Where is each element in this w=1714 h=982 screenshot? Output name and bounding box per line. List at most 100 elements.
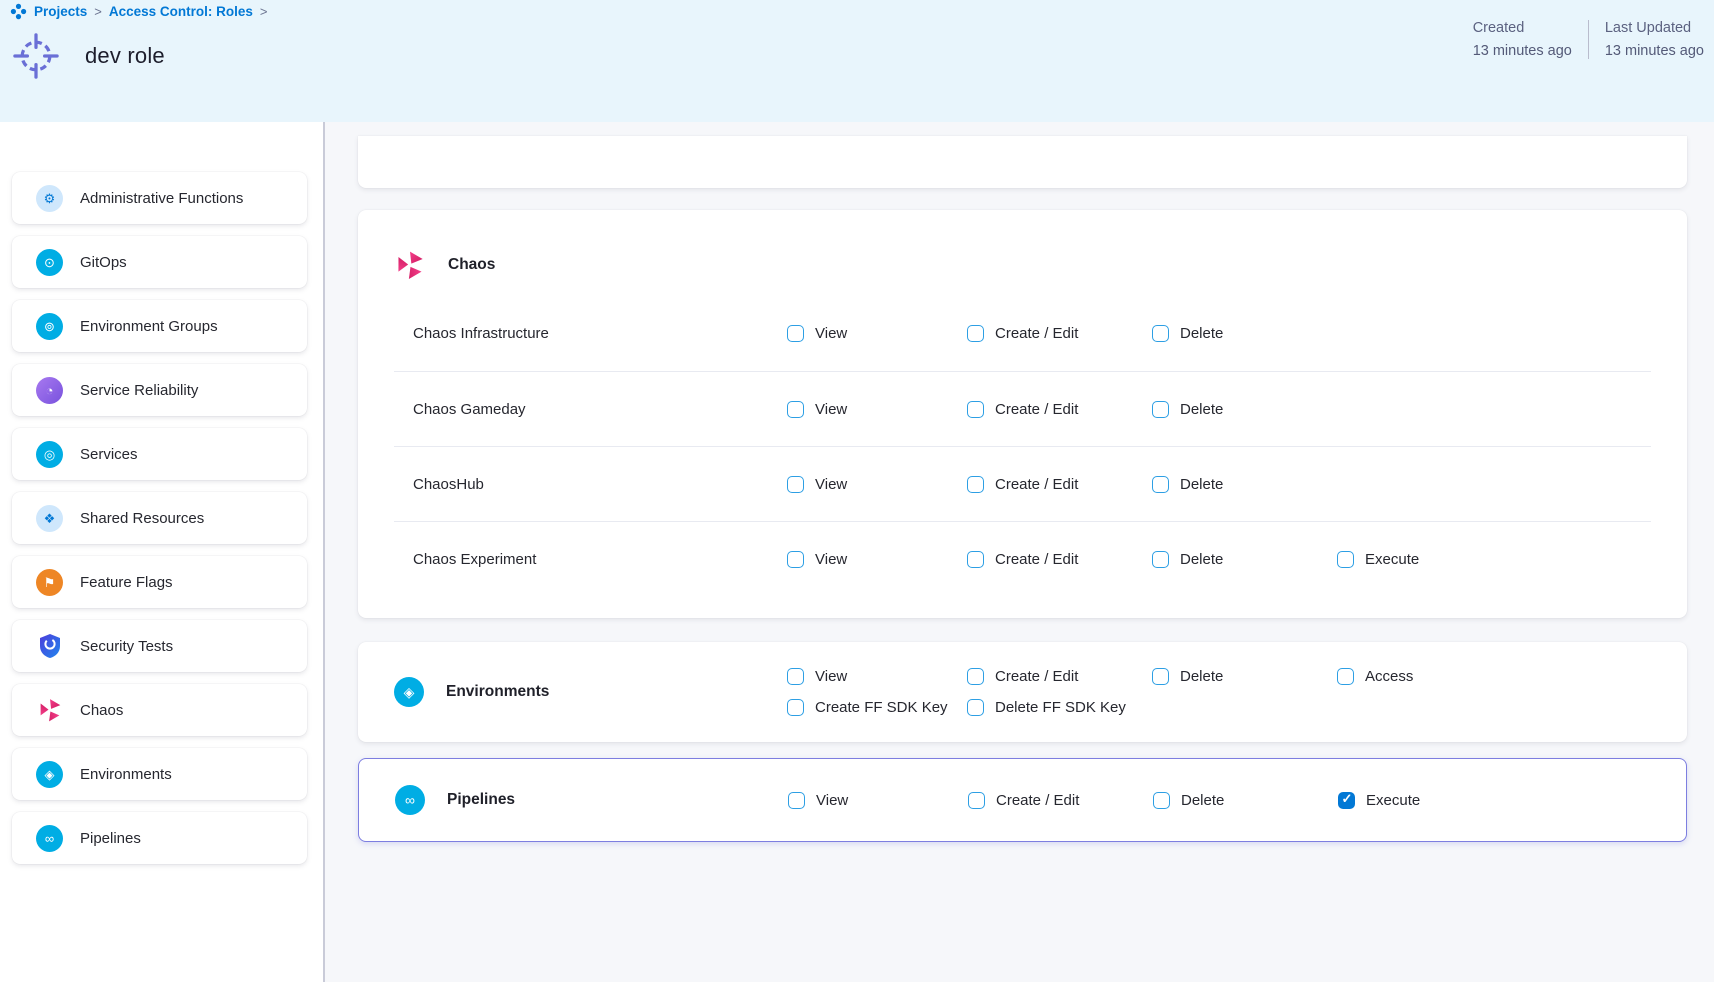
sidebar-item-feature-flags[interactable]: ⚑ Feature Flags xyxy=(12,556,307,608)
checkbox-icon[interactable] xyxy=(968,792,985,809)
permission-delete[interactable]: Delete xyxy=(1152,668,1337,685)
breadcrumb-separator: > xyxy=(260,4,268,19)
checkbox-icon[interactable] xyxy=(967,668,984,685)
last-updated-label: Last Updated xyxy=(1605,20,1704,36)
card-title-chaos: Chaos xyxy=(448,256,495,274)
breadcrumb-projects-link[interactable]: Projects xyxy=(34,4,87,19)
sidebar-item-gitops[interactable]: ⊙ GitOps xyxy=(12,236,307,288)
sidebar-item-security-tests[interactable]: Security Tests xyxy=(12,620,307,672)
checkbox-icon[interactable] xyxy=(787,401,804,418)
checkbox-icon[interactable] xyxy=(1152,401,1169,418)
card-title-environments: Environments xyxy=(446,683,549,701)
checkbox-icon[interactable] xyxy=(1152,668,1169,685)
sidebar-item-environments[interactable]: ◈ Environments xyxy=(12,748,307,800)
permission-view[interactable]: View xyxy=(787,476,967,493)
sidebar-item-environment-groups[interactable]: ⊚ Environment Groups xyxy=(12,300,307,352)
checkbox-icon[interactable] xyxy=(787,476,804,493)
permission-create-edit[interactable]: Create / Edit xyxy=(967,551,1152,568)
permission-access[interactable]: Access xyxy=(1337,668,1651,685)
sidebar-item-pipelines[interactable]: ∞ Pipelines xyxy=(12,812,307,864)
card-pipelines[interactable]: ∞ Pipelines View Create / Edit Delete Ex… xyxy=(358,758,1687,842)
gitops-icon: ⊙ xyxy=(36,249,63,276)
feature-flags-icon: ⚑ xyxy=(36,569,63,596)
resource-label: Chaos Experiment xyxy=(394,551,787,568)
checkbox-icon[interactable] xyxy=(787,699,804,716)
permission-create-edit[interactable]: Create / Edit xyxy=(967,401,1152,418)
service-reliability-icon: ◔ xyxy=(36,377,63,404)
pipelines-icon: ∞ xyxy=(395,785,425,815)
permission-delete-ff-sdk-key[interactable]: Delete FF SDK Key xyxy=(967,699,1651,716)
permission-row-chaos-gameday: Chaos Gameday View Create / Edit Delete xyxy=(394,371,1651,446)
permission-create-edit[interactable]: Create / Edit xyxy=(967,476,1152,493)
permission-execute[interactable]: Execute xyxy=(1338,792,1650,809)
chaos-card-header: Chaos xyxy=(394,234,1651,296)
last-updated-value: 13 minutes ago xyxy=(1605,43,1704,59)
sidebar-item-shared-resources[interactable]: ❖ Shared Resources xyxy=(12,492,307,544)
services-icon: ◎ xyxy=(36,441,63,468)
harness-logo-icon xyxy=(10,3,27,20)
card-title-pipelines: Pipelines xyxy=(447,791,515,809)
checkbox-icon[interactable] xyxy=(1153,792,1170,809)
sidebar-item-services[interactable]: ◎ Services xyxy=(12,428,307,480)
environments-resource-cell: ◈ Environments xyxy=(394,677,787,707)
permission-view[interactable]: View xyxy=(787,401,967,418)
title-row: dev role xyxy=(13,33,165,79)
permission-row-chaos-infrastructure: Chaos Infrastructure View Create / Edit … xyxy=(394,296,1651,371)
checkbox-icon[interactable] xyxy=(967,699,984,716)
checkbox-icon[interactable] xyxy=(1337,551,1354,568)
page-title: dev role xyxy=(85,43,165,69)
permissions-panel: Chaos Chaos Infrastructure View Create /… xyxy=(327,122,1714,982)
checkbox-icon[interactable] xyxy=(967,551,984,568)
page: Projects > Access Control: Roles > dev r… xyxy=(0,0,1714,982)
environments-icon: ◈ xyxy=(36,761,63,788)
resource-label: Chaos Infrastructure xyxy=(394,325,787,342)
checkbox-icon[interactable] xyxy=(787,325,804,342)
meta-stats: Created 13 minutes ago Last Updated 13 m… xyxy=(1457,20,1714,59)
breadcrumb-separator: > xyxy=(94,4,102,19)
permission-create-edit[interactable]: Create / Edit xyxy=(967,668,1152,685)
permission-delete[interactable]: Delete xyxy=(1152,325,1337,342)
checkbox-icon[interactable] xyxy=(967,325,984,342)
last-updated-stat: Last Updated 13 minutes ago xyxy=(1588,20,1714,59)
pipelines-icon: ∞ xyxy=(36,825,63,852)
resource-label: ChaosHub xyxy=(394,476,787,493)
page-header: Projects > Access Control: Roles > dev r… xyxy=(0,0,1714,122)
card-environments: ◈ Environments View Create / Edit Delete… xyxy=(358,642,1687,742)
permission-delete[interactable]: Delete xyxy=(1152,476,1337,493)
permission-view[interactable]: View xyxy=(787,551,967,568)
created-label: Created xyxy=(1473,20,1572,36)
card-chaos: Chaos Chaos Infrastructure View Create /… xyxy=(358,210,1687,618)
permission-delete[interactable]: Delete xyxy=(1152,551,1337,568)
permission-view[interactable]: View xyxy=(788,792,968,809)
role-crosshair-icon xyxy=(13,33,59,79)
checkbox-icon[interactable] xyxy=(787,668,804,685)
permission-create-ff-sdk-key[interactable]: Create FF SDK Key xyxy=(787,699,967,716)
checkbox-icon[interactable] xyxy=(1152,551,1169,568)
sidebar-item-service-reliability[interactable]: ◔ Service Reliability xyxy=(12,364,307,416)
permission-create-edit[interactable]: Create / Edit xyxy=(968,792,1153,809)
checkbox-checked-icon[interactable] xyxy=(1338,792,1355,809)
sidebar-item-administrative-functions[interactable]: ⚙ Administrative Functions xyxy=(12,172,307,224)
permission-view[interactable]: View xyxy=(787,668,967,685)
permission-delete[interactable]: Delete xyxy=(1153,792,1338,809)
card-partial-top xyxy=(358,136,1687,188)
checkbox-icon[interactable] xyxy=(1152,476,1169,493)
checkbox-icon[interactable] xyxy=(967,476,984,493)
security-shield-icon xyxy=(36,633,63,660)
checkbox-icon[interactable] xyxy=(967,401,984,418)
permission-create-edit[interactable]: Create / Edit xyxy=(967,325,1152,342)
shared-resources-icon: ❖ xyxy=(36,505,63,532)
checkbox-icon[interactable] xyxy=(788,792,805,809)
checkbox-icon[interactable] xyxy=(1152,325,1169,342)
created-value: 13 minutes ago xyxy=(1473,43,1572,59)
checkbox-icon[interactable] xyxy=(787,551,804,568)
permission-delete[interactable]: Delete xyxy=(1152,401,1337,418)
permission-row-chaos-experiment: Chaos Experiment View Create / Edit Dele… xyxy=(394,521,1651,596)
resource-sidebar: ⚙ Administrative Functions ⊙ GitOps ⊚ En… xyxy=(0,122,325,982)
sidebar-item-chaos[interactable]: Chaos xyxy=(12,684,307,736)
permission-execute[interactable]: Execute xyxy=(1337,551,1651,568)
permission-view[interactable]: View xyxy=(787,325,967,342)
checkbox-icon[interactable] xyxy=(1337,668,1354,685)
permission-row-chaoshub: ChaosHub View Create / Edit Delete xyxy=(394,446,1651,521)
breadcrumb-roles-link[interactable]: Access Control: Roles xyxy=(109,4,253,19)
